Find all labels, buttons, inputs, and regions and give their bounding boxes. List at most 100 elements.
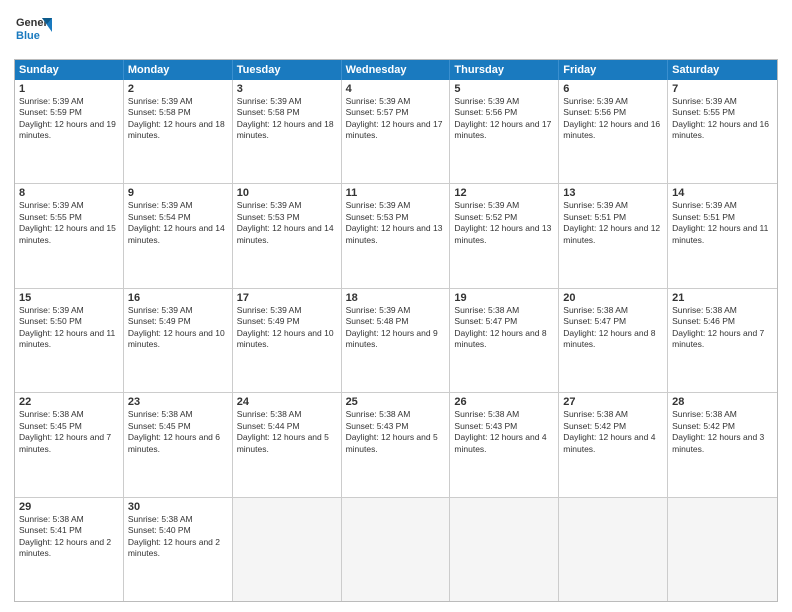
calendar-header: SundayMondayTuesdayWednesdayThursdayFrid… [15, 60, 777, 80]
daylight-text: Daylight: 12 hours and 8 minutes. [563, 328, 663, 351]
sunrise-text: Sunrise: 5:39 AM [563, 200, 663, 211]
calendar-cell-25: 25Sunrise: 5:38 AMSunset: 5:43 PMDayligh… [342, 393, 451, 496]
sunset-text: Sunset: 5:58 PM [128, 107, 228, 118]
calendar-cell-10: 10Sunrise: 5:39 AMSunset: 5:53 PMDayligh… [233, 184, 342, 287]
day-number: 10 [237, 187, 337, 199]
sunset-text: Sunset: 5:54 PM [128, 212, 228, 223]
day-number: 27 [563, 396, 663, 408]
daylight-text: Daylight: 12 hours and 16 minutes. [672, 119, 773, 142]
daylight-text: Daylight: 12 hours and 3 minutes. [672, 432, 773, 455]
sunset-text: Sunset: 5:55 PM [672, 107, 773, 118]
daylight-text: Daylight: 12 hours and 4 minutes. [563, 432, 663, 455]
calendar-cell-6: 6Sunrise: 5:39 AMSunset: 5:56 PMDaylight… [559, 80, 668, 183]
calendar-cell-28: 28Sunrise: 5:38 AMSunset: 5:42 PMDayligh… [668, 393, 777, 496]
day-number: 29 [19, 501, 119, 513]
calendar-cell-21: 21Sunrise: 5:38 AMSunset: 5:46 PMDayligh… [668, 289, 777, 392]
daylight-text: Daylight: 12 hours and 14 minutes. [237, 223, 337, 246]
sunrise-text: Sunrise: 5:39 AM [19, 200, 119, 211]
calendar-cell-12: 12Sunrise: 5:39 AMSunset: 5:52 PMDayligh… [450, 184, 559, 287]
calendar-cell-17: 17Sunrise: 5:39 AMSunset: 5:49 PMDayligh… [233, 289, 342, 392]
day-number: 6 [563, 83, 663, 95]
calendar-cell-empty-4-2 [233, 498, 342, 601]
sunset-text: Sunset: 5:55 PM [19, 212, 119, 223]
sunset-text: Sunset: 5:57 PM [346, 107, 446, 118]
daylight-text: Daylight: 12 hours and 12 minutes. [563, 223, 663, 246]
calendar: SundayMondayTuesdayWednesdayThursdayFrid… [14, 59, 778, 602]
sunrise-text: Sunrise: 5:39 AM [346, 200, 446, 211]
header-day-tuesday: Tuesday [233, 60, 342, 80]
sunrise-text: Sunrise: 5:38 AM [128, 514, 228, 525]
daylight-text: Daylight: 12 hours and 5 minutes. [346, 432, 446, 455]
page: General Blue SundayMondayTuesdayWednesda… [0, 0, 792, 612]
daylight-text: Daylight: 12 hours and 16 minutes. [563, 119, 663, 142]
calendar-cell-27: 27Sunrise: 5:38 AMSunset: 5:42 PMDayligh… [559, 393, 668, 496]
sunset-text: Sunset: 5:41 PM [19, 525, 119, 536]
calendar-cell-29: 29Sunrise: 5:38 AMSunset: 5:41 PMDayligh… [15, 498, 124, 601]
sunrise-text: Sunrise: 5:38 AM [237, 409, 337, 420]
logo-icon: General Blue [14, 10, 52, 48]
calendar-row-5: 29Sunrise: 5:38 AMSunset: 5:41 PMDayligh… [15, 498, 777, 601]
day-number: 28 [672, 396, 773, 408]
sunrise-text: Sunrise: 5:39 AM [128, 96, 228, 107]
sunrise-text: Sunrise: 5:39 AM [128, 200, 228, 211]
daylight-text: Daylight: 12 hours and 15 minutes. [19, 223, 119, 246]
calendar-cell-4: 4Sunrise: 5:39 AMSunset: 5:57 PMDaylight… [342, 80, 451, 183]
calendar-row-2: 8Sunrise: 5:39 AMSunset: 5:55 PMDaylight… [15, 184, 777, 288]
daylight-text: Daylight: 12 hours and 18 minutes. [128, 119, 228, 142]
calendar-cell-24: 24Sunrise: 5:38 AMSunset: 5:44 PMDayligh… [233, 393, 342, 496]
calendar-cell-26: 26Sunrise: 5:38 AMSunset: 5:43 PMDayligh… [450, 393, 559, 496]
sunrise-text: Sunrise: 5:38 AM [19, 514, 119, 525]
sunset-text: Sunset: 5:50 PM [19, 316, 119, 327]
calendar-row-3: 15Sunrise: 5:39 AMSunset: 5:50 PMDayligh… [15, 289, 777, 393]
calendar-cell-11: 11Sunrise: 5:39 AMSunset: 5:53 PMDayligh… [342, 184, 451, 287]
day-number: 14 [672, 187, 773, 199]
sunset-text: Sunset: 5:47 PM [454, 316, 554, 327]
calendar-cell-22: 22Sunrise: 5:38 AMSunset: 5:45 PMDayligh… [15, 393, 124, 496]
svg-text:Blue: Blue [16, 30, 40, 42]
calendar-cell-1: 1Sunrise: 5:39 AMSunset: 5:59 PMDaylight… [15, 80, 124, 183]
day-number: 23 [128, 396, 228, 408]
header-day-wednesday: Wednesday [342, 60, 451, 80]
sunset-text: Sunset: 5:53 PM [346, 212, 446, 223]
calendar-body: 1Sunrise: 5:39 AMSunset: 5:59 PMDaylight… [15, 80, 777, 601]
daylight-text: Daylight: 12 hours and 11 minutes. [19, 328, 119, 351]
daylight-text: Daylight: 12 hours and 7 minutes. [19, 432, 119, 455]
sunset-text: Sunset: 5:52 PM [454, 212, 554, 223]
day-number: 7 [672, 83, 773, 95]
daylight-text: Daylight: 12 hours and 19 minutes. [19, 119, 119, 142]
header: General Blue [14, 10, 778, 53]
calendar-cell-14: 14Sunrise: 5:39 AMSunset: 5:51 PMDayligh… [668, 184, 777, 287]
sunrise-text: Sunrise: 5:39 AM [237, 96, 337, 107]
calendar-cell-15: 15Sunrise: 5:39 AMSunset: 5:50 PMDayligh… [15, 289, 124, 392]
day-number: 9 [128, 187, 228, 199]
daylight-text: Daylight: 12 hours and 2 minutes. [19, 537, 119, 560]
sunrise-text: Sunrise: 5:39 AM [346, 305, 446, 316]
daylight-text: Daylight: 12 hours and 13 minutes. [454, 223, 554, 246]
sunrise-text: Sunrise: 5:38 AM [128, 409, 228, 420]
day-number: 8 [19, 187, 119, 199]
calendar-cell-19: 19Sunrise: 5:38 AMSunset: 5:47 PMDayligh… [450, 289, 559, 392]
daylight-text: Daylight: 12 hours and 17 minutes. [346, 119, 446, 142]
sunrise-text: Sunrise: 5:39 AM [19, 305, 119, 316]
calendar-cell-16: 16Sunrise: 5:39 AMSunset: 5:49 PMDayligh… [124, 289, 233, 392]
sunrise-text: Sunrise: 5:38 AM [563, 409, 663, 420]
sunset-text: Sunset: 5:42 PM [672, 421, 773, 432]
day-number: 16 [128, 292, 228, 304]
daylight-text: Daylight: 12 hours and 2 minutes. [128, 537, 228, 560]
day-number: 25 [346, 396, 446, 408]
calendar-cell-2: 2Sunrise: 5:39 AMSunset: 5:58 PMDaylight… [124, 80, 233, 183]
header-day-friday: Friday [559, 60, 668, 80]
sunrise-text: Sunrise: 5:38 AM [454, 305, 554, 316]
header-day-monday: Monday [124, 60, 233, 80]
calendar-cell-5: 5Sunrise: 5:39 AMSunset: 5:56 PMDaylight… [450, 80, 559, 183]
day-number: 15 [19, 292, 119, 304]
day-number: 20 [563, 292, 663, 304]
logo: General Blue [14, 10, 52, 53]
sunset-text: Sunset: 5:56 PM [454, 107, 554, 118]
day-number: 5 [454, 83, 554, 95]
sunrise-text: Sunrise: 5:39 AM [237, 200, 337, 211]
sunrise-text: Sunrise: 5:39 AM [346, 96, 446, 107]
day-number: 3 [237, 83, 337, 95]
calendar-cell-empty-4-4 [450, 498, 559, 601]
sunrise-text: Sunrise: 5:39 AM [672, 200, 773, 211]
